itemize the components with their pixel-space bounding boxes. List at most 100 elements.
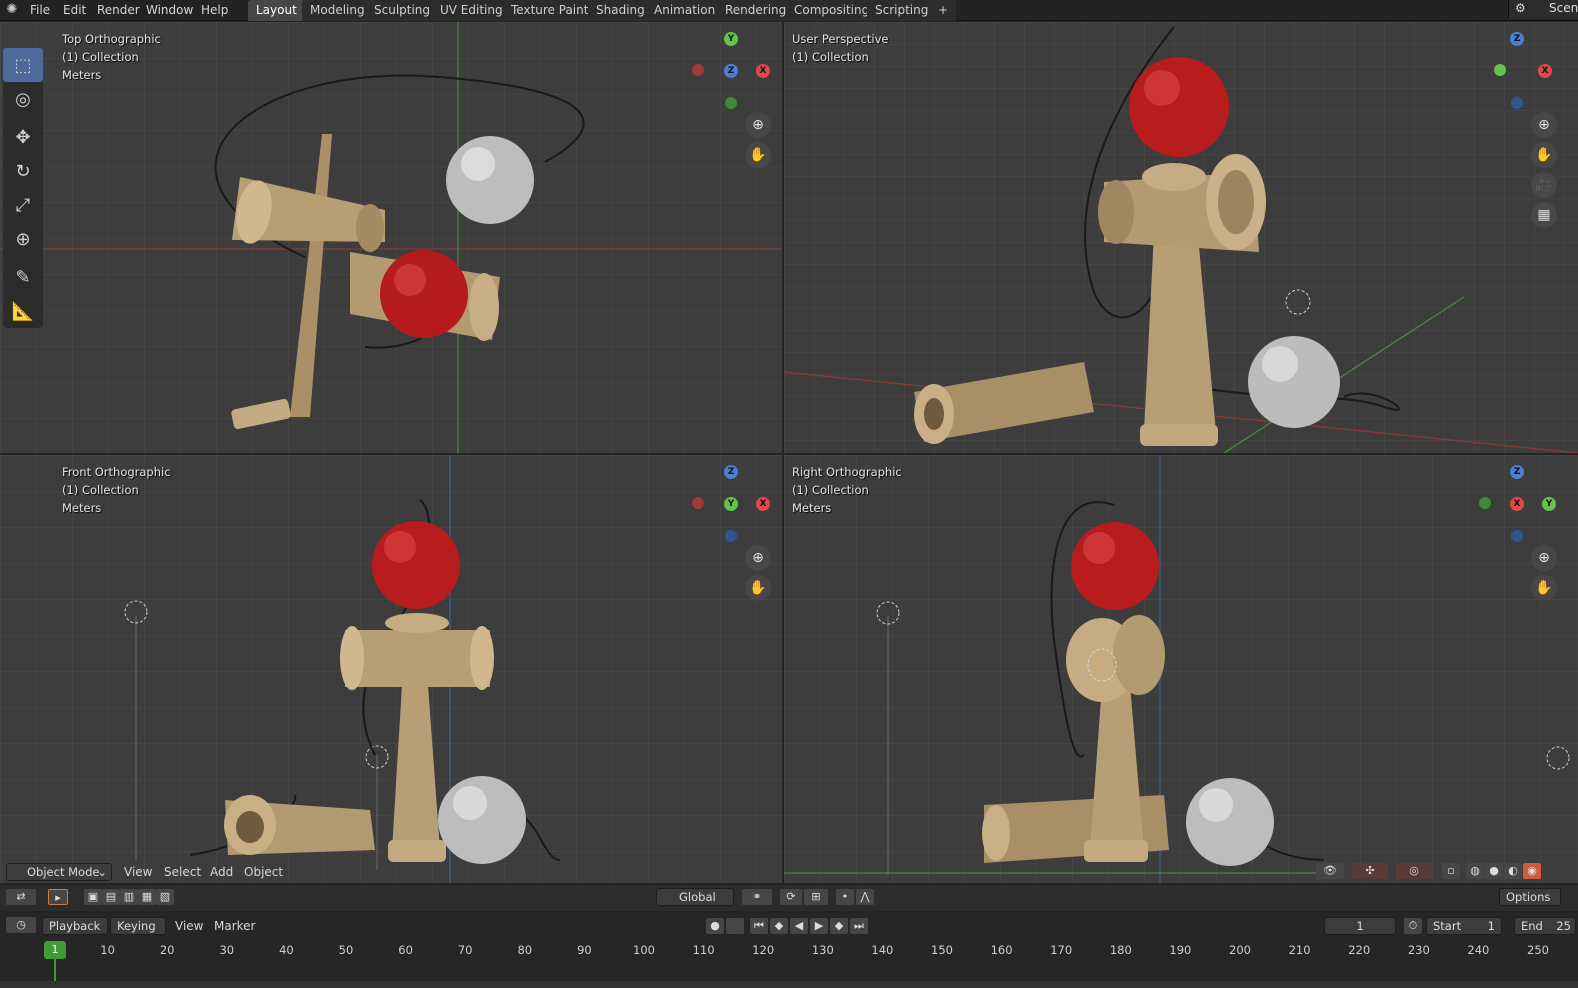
- gizmo-toggle-icon[interactable]: ✣: [1352, 863, 1388, 879]
- gizmo-neg-z[interactable]: [1511, 97, 1523, 109]
- orientation-dropdown[interactable]: Global: [656, 888, 734, 906]
- menu-view[interactable]: View: [124, 863, 152, 881]
- gizmo-neg-x[interactable]: [692, 497, 704, 509]
- proportional-edit-icon[interactable]: •: [836, 889, 854, 905]
- pan-hand-icon[interactable]: ✋: [745, 142, 771, 168]
- tab-texture-paint[interactable]: Texture Paint: [503, 0, 597, 21]
- camera-icon[interactable]: 🎥: [1531, 172, 1557, 198]
- start-frame-field[interactable]: Start 1: [1426, 917, 1502, 935]
- record-icon[interactable]: ●: [706, 918, 724, 934]
- gizmo-z-axis[interactable]: Z: [1510, 32, 1524, 46]
- pan-hand-icon[interactable]: ✋: [1531, 142, 1557, 168]
- viewport-user-perspective[interactable]: User Perspective (1) Collection Z X ⊕ ✋ …: [784, 22, 1578, 453]
- tab-scripting[interactable]: Scripting: [867, 0, 937, 21]
- visibility-icon[interactable]: 👁: [1316, 863, 1344, 879]
- falloff-icon[interactable]: ⋀: [856, 889, 874, 905]
- select-intersect-icon[interactable]: ▧: [156, 889, 174, 905]
- snap-icon[interactable]: ⟳: [780, 889, 802, 905]
- zoom-icon[interactable]: ⊕: [745, 545, 771, 571]
- menu-edit[interactable]: Edit: [63, 1, 86, 19]
- end-frame-field[interactable]: End 25: [1514, 917, 1576, 935]
- measure-icon[interactable]: 📐: [3, 294, 43, 328]
- pivot-icon[interactable]: ⚭: [742, 889, 772, 905]
- tab-modeling[interactable]: Modeling: [302, 0, 373, 21]
- gizmo-y-axis[interactable]: Y: [724, 497, 738, 511]
- jump-start-icon[interactable]: ⏮: [750, 918, 768, 934]
- tab-uv-editing[interactable]: UV Editing: [432, 0, 511, 21]
- current-frame-field[interactable]: 1: [1324, 917, 1396, 935]
- material-shading-icon[interactable]: ◐: [1504, 863, 1522, 879]
- annotate-icon[interactable]: ✎: [3, 260, 43, 294]
- select-tool-icon[interactable]: ▸: [48, 889, 68, 905]
- timeline-scrollbar[interactable]: [0, 981, 1578, 988]
- xray-icon[interactable]: ▫: [1442, 863, 1460, 879]
- solid-shading-icon[interactable]: ●: [1485, 863, 1503, 879]
- rotate-icon[interactable]: ↻: [3, 154, 43, 188]
- viewport-right-ortho[interactable]: Right Orthographic (1) Collection Meters…: [784, 455, 1578, 883]
- jump-end-icon[interactable]: ⏭: [850, 918, 868, 934]
- gizmo-x-axis[interactable]: X: [1510, 497, 1524, 511]
- gizmo-z-axis[interactable]: Z: [1510, 465, 1524, 479]
- timeline[interactable]: ◷ Playback Keying View Marker ● ⏮ ◆ ◀ ▶ …: [0, 913, 1578, 988]
- object-mode-dropdown[interactable]: Object Mode ⌄: [6, 863, 112, 881]
- gizmo-z-axis[interactable]: Z: [724, 465, 738, 479]
- playhead[interactable]: 1: [44, 941, 66, 959]
- prev-keyframe-icon[interactable]: ◆: [770, 918, 788, 934]
- blender-logo-icon[interactable]: ✺: [4, 2, 20, 18]
- zoom-icon[interactable]: ⊕: [1531, 112, 1557, 138]
- gizmo-neg-z[interactable]: [725, 530, 737, 542]
- keyframe-icon[interactable]: [726, 918, 744, 934]
- gizmo-x-axis[interactable]: X: [756, 497, 770, 511]
- menu-object[interactable]: Object: [244, 863, 283, 881]
- gizmo-y-axis[interactable]: Y: [1542, 497, 1556, 511]
- gizmo-x-axis[interactable]: X: [756, 64, 770, 78]
- select-new-icon[interactable]: ▣: [84, 889, 102, 905]
- gizmo-z-axis[interactable]: Z: [724, 64, 738, 78]
- stopwatch-icon[interactable]: ⏱: [1404, 918, 1422, 934]
- viewport-top-ortho[interactable]: Top Orthographic (1) Collection Meters ⬚…: [0, 22, 782, 453]
- gizmo-neg-z[interactable]: [1511, 530, 1523, 542]
- pan-hand-icon[interactable]: ✋: [1531, 575, 1557, 601]
- gizmo-neg-x[interactable]: [692, 64, 704, 76]
- select-extend-icon[interactable]: ▤: [102, 889, 120, 905]
- add-workspace-button[interactable]: +: [930, 0, 957, 21]
- gizmo-neg-y[interactable]: [1479, 497, 1491, 509]
- marker-menu[interactable]: Marker: [214, 917, 255, 935]
- gizmo-y-axis[interactable]: Y: [724, 32, 738, 46]
- select-invert-icon[interactable]: ▦: [138, 889, 156, 905]
- snap-target-icon[interactable]: ⊞: [804, 889, 828, 905]
- viewport-front-ortho[interactable]: Front Orthographic (1) Collection Meters…: [0, 455, 782, 883]
- grid-view-icon[interactable]: ▦: [1531, 202, 1557, 228]
- gizmo-neg-y[interactable]: [725, 97, 737, 109]
- play-icon[interactable]: ▶: [810, 918, 828, 934]
- keying-menu[interactable]: Keying: [110, 917, 166, 935]
- zoom-icon[interactable]: ⊕: [745, 112, 771, 138]
- menu-window[interactable]: Window: [146, 1, 193, 19]
- playback-menu[interactable]: Playback: [42, 917, 108, 935]
- scale-icon[interactable]: ⤢: [3, 188, 43, 222]
- cursor-icon[interactable]: ◎: [3, 82, 43, 116]
- timeline-editor-icon[interactable]: ◷: [6, 917, 36, 933]
- transform-icon[interactable]: ⊕: [3, 222, 43, 256]
- menu-select[interactable]: Select: [164, 863, 201, 881]
- move-icon[interactable]: ✥: [3, 120, 43, 154]
- zoom-icon[interactable]: ⊕: [1531, 545, 1557, 571]
- overlay-toggle-icon[interactable]: ◎: [1396, 863, 1432, 879]
- tab-animation[interactable]: Animation: [646, 0, 724, 21]
- wireframe-shading-icon[interactable]: ◍: [1466, 863, 1484, 879]
- next-keyframe-icon[interactable]: ◆: [830, 918, 848, 934]
- options-dropdown[interactable]: Options: [1499, 888, 1561, 906]
- editor-type-icon[interactable]: ⇄: [6, 889, 36, 905]
- select-subtract-icon[interactable]: ▥: [120, 889, 138, 905]
- gizmo-y-axis[interactable]: [1494, 64, 1506, 76]
- tab-layout[interactable]: Layout: [248, 0, 305, 21]
- tab-rendering[interactable]: Rendering: [717, 0, 795, 21]
- tab-shading[interactable]: Shading: [588, 0, 653, 21]
- rendered-shading-icon[interactable]: ◉: [1523, 863, 1541, 879]
- menu-render[interactable]: Render: [97, 1, 140, 19]
- pan-hand-icon[interactable]: ✋: [745, 575, 771, 601]
- select-box-icon[interactable]: ⬚: [3, 48, 43, 82]
- timeline-view-menu[interactable]: View: [175, 917, 203, 935]
- menu-help[interactable]: Help: [201, 1, 228, 19]
- scene-selector[interactable]: ⚙ Scen: [1508, 0, 1578, 19]
